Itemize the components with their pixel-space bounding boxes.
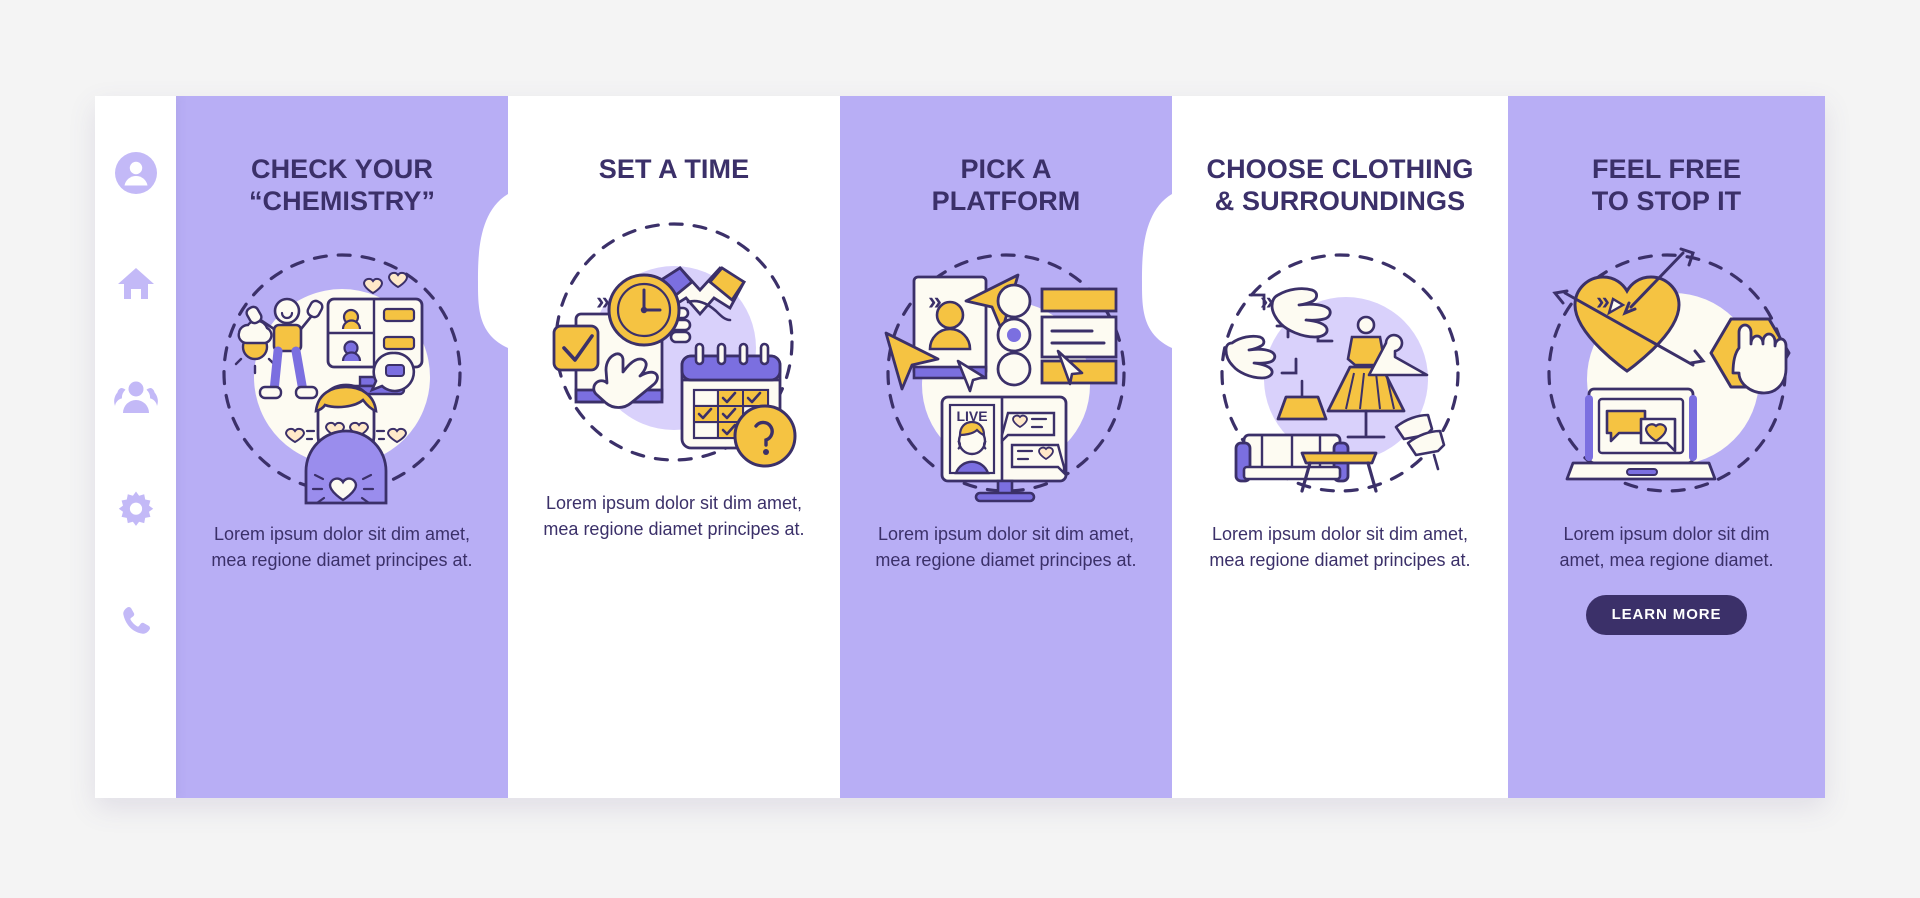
- sidebar-item-profile[interactable]: [113, 150, 159, 196]
- step-panel-4[interactable]: CHOOSE CLOTHING & SURROUNDINGS Lorem ips…: [1172, 96, 1508, 798]
- panel-1-title-line1: CHECK YOUR: [250, 154, 434, 184]
- chevron-separator-4: »: [1596, 287, 1610, 315]
- step-panel-3[interactable]: PICK A PLATFORM LIVE Lorem ipsum dolor s…: [840, 96, 1172, 798]
- home-icon: [115, 263, 157, 305]
- phone-icon: [116, 602, 156, 642]
- gear-icon: [115, 489, 157, 531]
- panel-4-title-line2: & SURROUNDINGS: [1214, 185, 1466, 216]
- panel-1-title-line2: “CHEMISTRY”: [248, 185, 436, 216]
- learn-more-button[interactable]: LEARN MORE: [1585, 595, 1748, 636]
- chevron-separator-3: »: [1260, 287, 1274, 315]
- chemistry-illustration: [208, 239, 476, 507]
- panel-4-title: CHOOSE CLOTHING & SURROUNDINGS: [1185, 154, 1494, 217]
- panel-5-title-line1: FEEL FREE: [1592, 154, 1741, 184]
- step-panels: CHECK YOUR “CHEMISTRY” Lorem ipsum dolor…: [176, 96, 1825, 798]
- avatar-icon: [113, 150, 159, 196]
- panel-1-title: CHECK YOUR “CHEMISTRY”: [203, 154, 482, 217]
- sidebar-item-contact[interactable]: [113, 599, 159, 645]
- onboarding-screen: CHECK YOUR “CHEMISTRY” Lorem ipsum dolor…: [0, 0, 1920, 898]
- choose-clothing-illustration: [1206, 239, 1474, 507]
- panel-2-title: SET A TIME: [535, 154, 814, 186]
- chevron-separator-2: »: [928, 287, 942, 315]
- panel-4-title-line1: CHOOSE CLOTHING: [1206, 154, 1474, 184]
- panel-3-title-line2: PLATFORM: [931, 185, 1081, 216]
- panel-1-description: Lorem ipsum dolor sit dim amet, mea regi…: [211, 524, 473, 571]
- panel-5-title: FEEL FREE TO STOP IT: [1533, 154, 1799, 217]
- panel-5-description: Lorem ipsum dolor sit dim amet, mea regi…: [1559, 524, 1774, 571]
- panel-5-title-line2: TO STOP IT: [1591, 185, 1742, 216]
- panel-4-description: Lorem ipsum dolor sit dim amet, mea regi…: [1209, 524, 1471, 571]
- panel-3-title-line1: PICK A: [960, 154, 1052, 184]
- onboarding-board: CHECK YOUR “CHEMISTRY” Lorem ipsum dolor…: [95, 96, 1825, 798]
- sidebar-rail: [95, 96, 176, 798]
- panel-3-title: PICK A PLATFORM: [867, 154, 1146, 217]
- step-panel-1[interactable]: CHECK YOUR “CHEMISTRY” Lorem ipsum dolor…: [176, 96, 508, 798]
- panel-3-description: Lorem ipsum dolor sit dim amet, mea regi…: [875, 524, 1137, 571]
- feel-free-to-stop-illustration: [1533, 239, 1801, 507]
- chevron-separator-1: »: [596, 287, 610, 315]
- sidebar-item-community[interactable]: [113, 373, 159, 419]
- step-panel-2[interactable]: SET A TIME Lorem ipsum dolor sit dim ame…: [508, 96, 840, 798]
- panel-2-description: Lorem ipsum dolor sit dim amet, mea regi…: [543, 492, 805, 539]
- pick-a-platform-illustration: LIVE: [872, 239, 1140, 507]
- set-a-time-illustration: [540, 208, 808, 476]
- sidebar-item-home[interactable]: [113, 261, 159, 307]
- sidebar-item-settings[interactable]: [113, 487, 159, 533]
- people-icon: [113, 376, 158, 416]
- step-panel-5[interactable]: FEEL FREE TO STOP IT Lorem ipsum dolor s…: [1508, 96, 1825, 798]
- panel-2-title-line1: SET A TIME: [598, 154, 750, 184]
